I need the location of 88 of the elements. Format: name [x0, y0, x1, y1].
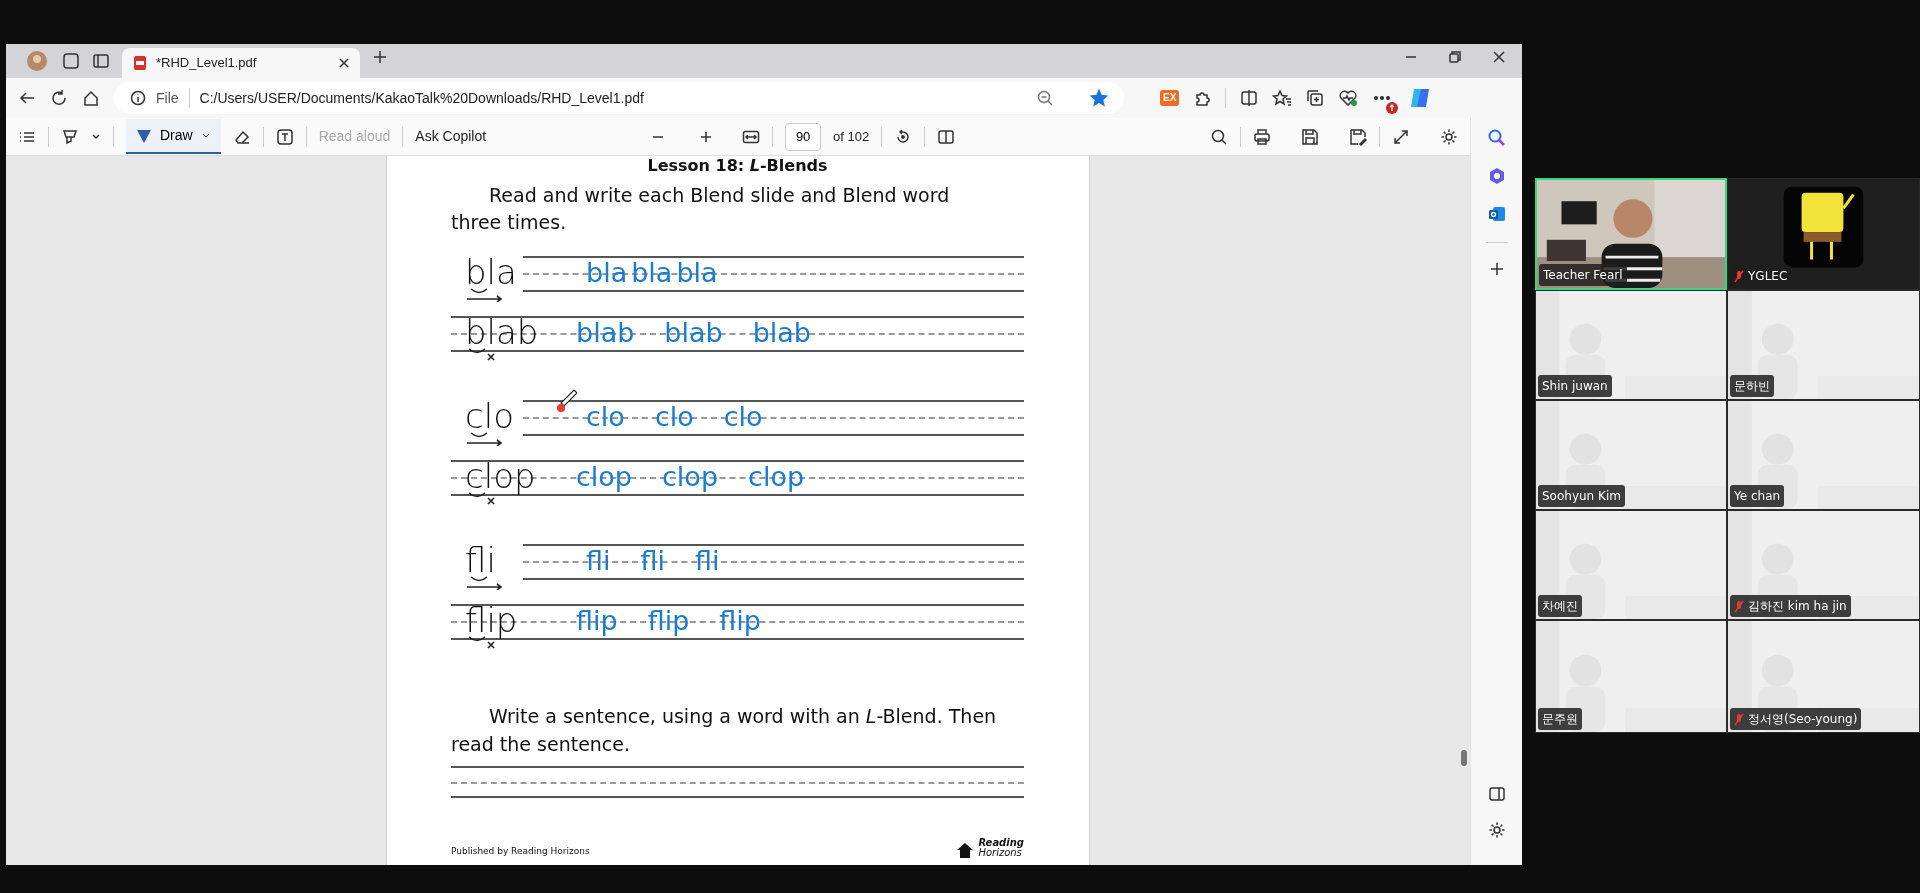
scheme-label: File — [156, 88, 179, 108]
print-icon[interactable] — [1253, 127, 1271, 146]
model-word: fli — [465, 540, 496, 578]
handwritten-word: bla — [586, 258, 628, 288]
page-count: of 102 — [833, 127, 870, 146]
home-icon[interactable] — [82, 89, 100, 107]
browser-tab[interactable]: *RHD_Level1.pdf — [122, 48, 360, 78]
handwritten-word: flip — [647, 606, 690, 636]
participant-name: 차예진 — [1542, 598, 1578, 615]
page-number-field[interactable]: 90 — [785, 122, 822, 151]
collections-icon[interactable] — [1306, 89, 1325, 107]
new-tab-icon[interactable] — [372, 49, 388, 65]
restore-icon[interactable] — [1448, 50, 1462, 64]
close-icon[interactable] — [338, 57, 350, 69]
participant-name: Soohyun Kim — [1542, 488, 1621, 505]
model-word: clo — [465, 396, 514, 434]
handwritten-word: clo — [654, 402, 694, 432]
handwritten-word: blab — [664, 318, 723, 348]
draw-icon — [136, 127, 152, 144]
model-word: flip — [465, 600, 518, 638]
url-text: C:/Users/USER/Documents/KakaoTalk%20Downloads/RHD_Level1.pdf — [199, 88, 645, 108]
participant-name: Ye chan — [1734, 488, 1781, 505]
draw-button[interactable]: Draw — [126, 119, 221, 154]
fullscreen-icon[interactable] — [1392, 127, 1410, 146]
text-box-icon[interactable] — [275, 127, 294, 146]
slide-mark-icon — [465, 288, 505, 302]
scrollbar-thumb[interactable] — [1461, 750, 1467, 766]
update-alert-icon — [1386, 101, 1399, 114]
outlook-icon[interactable] — [1486, 204, 1507, 224]
model-word: bla — [465, 252, 517, 290]
handwritten-word: fli — [640, 546, 666, 576]
pdf-file-icon — [132, 55, 148, 71]
participant-name: 문하빈 — [1734, 378, 1770, 395]
participant-name: 정서영(Seo-young) — [1748, 711, 1858, 728]
slide-mark-icon — [465, 576, 505, 590]
save-as-icon[interactable] — [1349, 127, 1367, 146]
handwritten-word: clo — [586, 402, 625, 432]
page-view-icon[interactable] — [937, 127, 956, 146]
logo-text: Reading — [978, 838, 1024, 848]
split-screen-icon[interactable] — [1240, 89, 1259, 107]
handwritten-word: clo — [723, 402, 763, 432]
workspaces-icon[interactable] — [62, 52, 80, 70]
chevron-down-icon[interactable] — [91, 131, 101, 142]
favorite-star-icon[interactable] — [1090, 89, 1108, 107]
settings-icon[interactable] — [1487, 821, 1506, 839]
handwritten-word: clop — [576, 462, 632, 492]
logo-text: Horizons — [978, 848, 1022, 858]
handwritten-word: flip — [719, 606, 761, 636]
participant-name: 김하진 kim ha jin — [1748, 598, 1847, 615]
handwritten-word: bla — [631, 258, 673, 288]
highlighter-icon[interactable] — [61, 127, 79, 146]
close-icon[interactable] — [1492, 50, 1506, 64]
lesson-heading: Lesson 18: L-Blends — [646, 156, 829, 176]
handwritten-word: fli — [695, 546, 720, 576]
handwritten-word: blab — [752, 318, 811, 348]
add-icon[interactable] — [1488, 261, 1505, 277]
zoom-out-icon[interactable] — [1036, 89, 1054, 107]
handwritten-word: clop — [748, 462, 805, 492]
sidebar-toggle-icon[interactable] — [1487, 785, 1506, 803]
pencil-cursor-icon — [557, 388, 577, 414]
fit-width-icon[interactable] — [742, 128, 761, 145]
ask-copilot-button[interactable]: Ask Copilot — [415, 126, 487, 147]
model-word: blab — [465, 312, 539, 350]
refresh-icon[interactable] — [50, 89, 68, 107]
model-word: clop — [465, 456, 536, 494]
handwritten-word: flip — [576, 606, 618, 636]
extensions-icon[interactable] — [1193, 89, 1212, 107]
participant-name: 문주원 — [1542, 711, 1578, 728]
slide-mark-icon — [465, 432, 505, 446]
tab-actions-icon[interactable] — [92, 52, 110, 70]
save-icon[interactable] — [1301, 127, 1319, 146]
info-icon[interactable] — [130, 90, 146, 106]
participant-name: Shin juwan — [1542, 378, 1608, 395]
search-icon[interactable] — [1210, 127, 1228, 146]
instruction-text: Read and write each Blend slide and Blend word three times. — [451, 183, 951, 235]
handwritten-word: fli — [586, 546, 611, 576]
participant-name: Teacher Fearl — [1543, 267, 1623, 284]
publisher-text: Published by Reading Horizons — [451, 844, 590, 858]
address-bar[interactable]: File C:/Users/USER/Documents/KakaoTalk%20Downloads/RHD_Level1.pdf — [114, 82, 1124, 114]
handwritten-word: bla — [676, 258, 718, 288]
settings-icon[interactable] — [1440, 127, 1458, 146]
browser-essentials-icon[interactable] — [1338, 89, 1359, 107]
favorites-icon[interactable] — [1272, 89, 1293, 107]
handwritten-word: blab — [576, 318, 635, 348]
tab-title: *RHD_Level1.pdf — [156, 54, 258, 73]
sentence-prompt: Write a sentence, using a word with an L-Blend. Then read the sentence. — [451, 704, 998, 757]
participant-name: YGLEC — [1748, 268, 1788, 285]
handwritten-word: clop — [662, 462, 719, 492]
